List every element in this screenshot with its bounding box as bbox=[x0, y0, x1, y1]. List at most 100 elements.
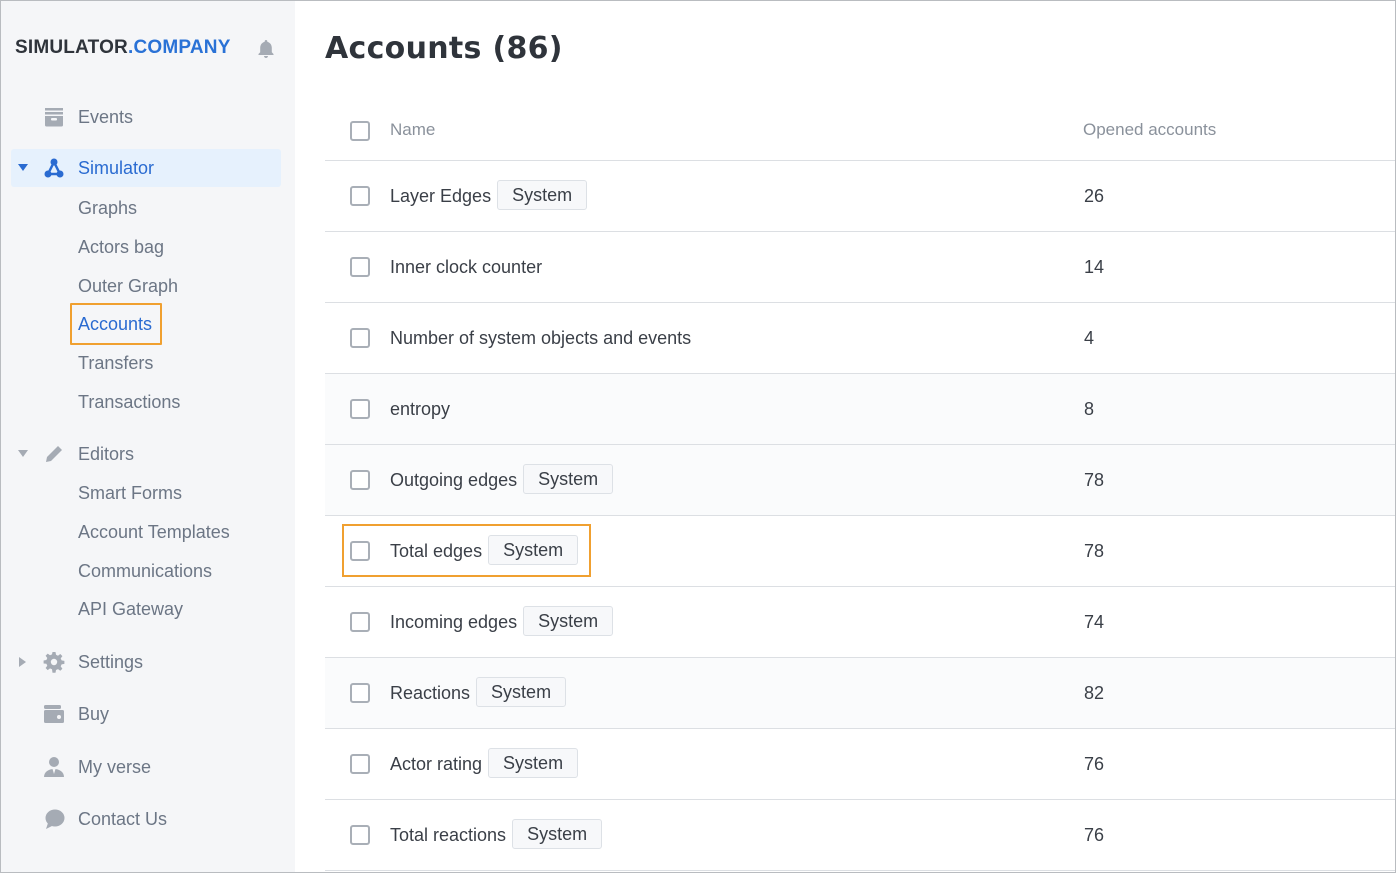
sidebar-subitem-graphs[interactable]: Graphs bbox=[78, 196, 137, 220]
sidebar-item-settings[interactable]: Settings bbox=[1, 643, 295, 681]
sidebar-item-simulator[interactable]: Simulator bbox=[11, 149, 281, 187]
column-header-opened-accounts[interactable]: Opened accounts bbox=[1083, 120, 1216, 140]
table-row[interactable]: entropy 8 bbox=[325, 374, 1395, 445]
sidebar-subitem-smart-forms[interactable]: Smart Forms bbox=[78, 481, 182, 505]
chat-bubble-icon bbox=[42, 807, 66, 831]
brand-part2: .COMPANY bbox=[127, 37, 231, 58]
sidebar-item-label: Settings bbox=[78, 651, 144, 672]
opened-accounts-value: 78 bbox=[1084, 541, 1105, 561]
sidebar-item-label: Simulator bbox=[78, 157, 155, 178]
sidebar-item-label: My verse bbox=[78, 756, 152, 777]
table-row[interactable]: Actor rating System 76 bbox=[325, 729, 1395, 800]
sidebar-subitem-api-gateway[interactable]: API Gateway bbox=[78, 597, 183, 621]
sidebar-item-my-verse[interactable]: My verse bbox=[1, 748, 295, 786]
gear-icon bbox=[42, 650, 66, 674]
row-checkbox[interactable] bbox=[350, 399, 370, 419]
account-name[interactable]: entropy bbox=[390, 399, 450, 420]
table-row[interactable]: Layer Edges System 26 bbox=[325, 161, 1395, 232]
system-badge: System bbox=[488, 534, 579, 565]
accounts-table: Name Opened accounts Layer Edges System 26… bbox=[325, 95, 1395, 871]
opened-accounts-value: 76 bbox=[1084, 825, 1105, 845]
sidebar-subitem-account-templates[interactable]: Account Templates bbox=[78, 520, 230, 544]
sidebar-item-contact-us[interactable]: Contact Us bbox=[1, 800, 295, 838]
opened-accounts-value: 78 bbox=[1084, 470, 1105, 490]
sidebar-subitem-actors-bag[interactable]: Actors bag bbox=[78, 235, 164, 259]
row-checkbox[interactable] bbox=[350, 754, 370, 774]
table-row[interactable]: Outgoing edges System 78 bbox=[325, 445, 1395, 516]
main-content: Accounts (86) Name Opened accounts Layer… bbox=[295, 1, 1395, 872]
account-name[interactable]: Total edges bbox=[390, 541, 482, 562]
account-name[interactable]: Layer Edges bbox=[390, 186, 491, 207]
page-title: Accounts (86) bbox=[325, 31, 563, 66]
row-name-cell: Actor rating System bbox=[390, 729, 579, 800]
system-badge: System bbox=[523, 605, 614, 636]
row-checkbox[interactable] bbox=[350, 683, 370, 703]
row-checkbox[interactable] bbox=[350, 612, 370, 632]
system-badge: System bbox=[523, 463, 614, 494]
table-row[interactable]: Reactions System 82 bbox=[325, 658, 1395, 729]
account-name[interactable]: Actor rating bbox=[390, 754, 482, 775]
table-row[interactable]: Total edges System 78 bbox=[325, 516, 1395, 587]
opened-accounts-value: 4 bbox=[1084, 328, 1095, 348]
table-row[interactable]: Inner clock counter 14 bbox=[325, 232, 1395, 303]
graph-nodes-icon bbox=[42, 156, 66, 180]
row-name-cell: Inner clock counter bbox=[390, 232, 542, 303]
caret-down-icon[interactable] bbox=[17, 448, 29, 460]
sidebar-subitem-transactions[interactable]: Transactions bbox=[78, 390, 180, 414]
user-icon bbox=[42, 755, 66, 779]
brand-part1: SIMULATOR bbox=[15, 37, 128, 58]
sidebar-subitem-accounts[interactable]: Accounts bbox=[78, 312, 152, 336]
account-name[interactable]: Number of system objects and events bbox=[390, 328, 691, 349]
sidebar: SIMULATOR.COMPANY Events Simulator Graph… bbox=[1, 1, 295, 872]
opened-accounts-value: 74 bbox=[1084, 612, 1105, 632]
select-all-checkbox[interactable] bbox=[350, 121, 370, 141]
opened-accounts-value: 14 bbox=[1084, 257, 1105, 277]
brand-logo[interactable]: SIMULATOR.COMPANY bbox=[15, 37, 231, 59]
table-row[interactable]: Incoming edges System 74 bbox=[325, 587, 1395, 658]
account-name[interactable]: Reactions bbox=[390, 683, 470, 704]
system-badge: System bbox=[476, 676, 567, 707]
sidebar-item-editors[interactable]: Editors bbox=[1, 435, 295, 473]
row-name-cell: Number of system objects and events bbox=[390, 303, 691, 374]
caret-right-icon[interactable] bbox=[17, 656, 29, 668]
row-name-cell: Total edges System bbox=[390, 516, 579, 587]
row-checkbox[interactable] bbox=[350, 541, 370, 561]
row-checkbox[interactable] bbox=[350, 186, 370, 206]
opened-accounts-value: 82 bbox=[1084, 683, 1105, 703]
sidebar-subitem-outer-graph[interactable]: Outer Graph bbox=[78, 274, 178, 298]
pencil-icon bbox=[42, 442, 66, 466]
row-checkbox[interactable] bbox=[350, 825, 370, 845]
row-name-cell: Outgoing edges System bbox=[390, 445, 614, 516]
table-body: Layer Edges System 26 Inner clock counter 14… bbox=[325, 161, 1395, 871]
bell-icon[interactable] bbox=[255, 38, 277, 60]
opened-accounts-value: 76 bbox=[1084, 754, 1105, 774]
caret-down-icon[interactable] bbox=[17, 162, 29, 174]
wallet-icon bbox=[42, 702, 66, 726]
archive-icon bbox=[42, 105, 66, 129]
row-checkbox[interactable] bbox=[350, 328, 370, 348]
row-name-cell: Layer Edges System bbox=[390, 161, 588, 232]
sidebar-item-label: Editors bbox=[78, 443, 135, 464]
system-badge: System bbox=[488, 747, 579, 778]
sidebar-item-label: Events bbox=[78, 106, 134, 127]
sidebar-item-events[interactable]: Events bbox=[1, 98, 295, 136]
row-name-cell: entropy bbox=[390, 374, 450, 445]
row-name-cell: Total reactions System bbox=[390, 800, 603, 871]
opened-accounts-value: 26 bbox=[1084, 186, 1105, 206]
sidebar-subitem-transfers[interactable]: Transfers bbox=[78, 351, 153, 375]
table-row[interactable]: Total reactions System 76 bbox=[325, 800, 1395, 871]
sidebar-subitem-communications[interactable]: Communications bbox=[78, 559, 212, 583]
sidebar-item-label: Buy bbox=[78, 703, 110, 724]
account-name[interactable]: Total reactions bbox=[390, 825, 506, 846]
account-name[interactable]: Inner clock counter bbox=[390, 257, 542, 278]
sidebar-item-buy[interactable]: Buy bbox=[1, 695, 295, 733]
account-name[interactable]: Incoming edges bbox=[390, 612, 517, 633]
row-checkbox[interactable] bbox=[350, 470, 370, 490]
table-row[interactable]: Number of system objects and events 4 bbox=[325, 303, 1395, 374]
row-checkbox[interactable] bbox=[350, 257, 370, 277]
account-name[interactable]: Outgoing edges bbox=[390, 470, 517, 491]
table-header: Name Opened accounts bbox=[325, 95, 1395, 161]
column-header-name[interactable]: Name bbox=[390, 120, 435, 140]
opened-accounts-value: 8 bbox=[1084, 399, 1095, 419]
sidebar-item-label: Contact Us bbox=[78, 808, 168, 829]
